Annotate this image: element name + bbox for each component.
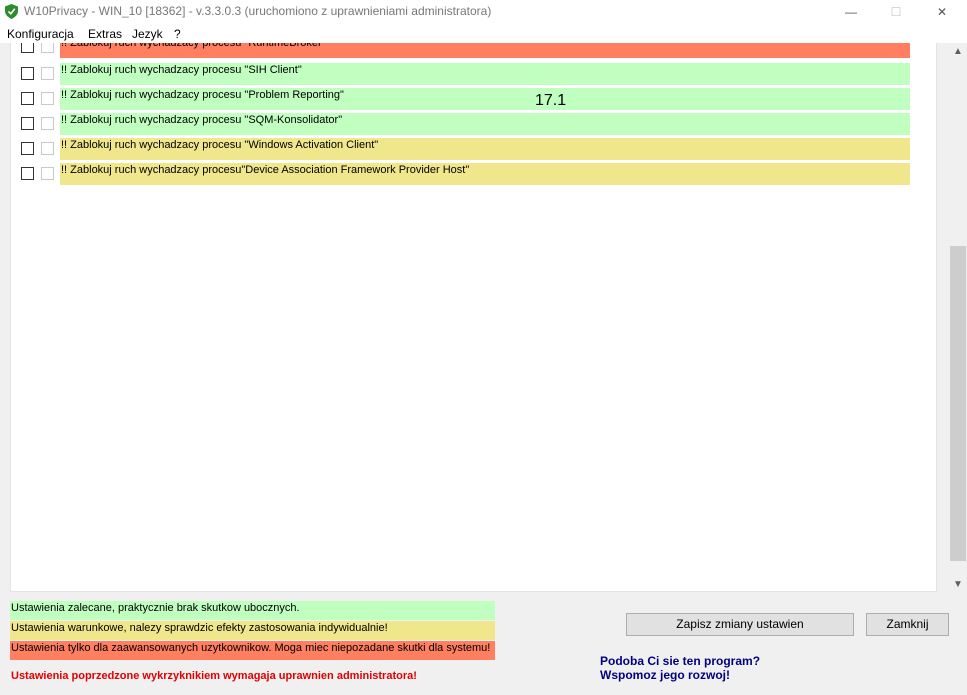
scroll-down-arrow-icon[interactable]: ▼ [949,576,967,593]
setting-checkbox-secondary[interactable] [41,117,54,130]
setting-label: !! Zablokuj ruch wychadzacy procesu "Pro… [60,88,910,110]
setting-checkbox[interactable] [21,43,34,53]
setting-label: !! Zablokuj ruch wychadzacy procesu "Win… [60,138,910,160]
close-button[interactable]: Zamknij [866,613,949,636]
menu-extras[interactable]: Extras [88,27,122,41]
minimize-button[interactable]: — [828,0,874,23]
footer: Ustawienia zalecane, praktycznie brak sk… [0,593,967,695]
admin-note: Ustawienia poprzedzone wykrzyknikiem wym… [11,670,417,682]
setting-checkbox-secondary[interactable] [41,142,54,155]
setting-checkbox[interactable] [21,92,34,105]
setting-checkbox[interactable] [21,67,34,80]
menu-bar: Konfiguracja Extras Jezyk ? [0,23,967,43]
scrollbar-thumb[interactable] [950,246,966,561]
setting-label: !! Zablokuj ruch wychadzacy procesu "Run… [60,43,910,58]
app-window: W10Privacy - WIN_10 [18362] - v.3.3.0.3 … [0,0,967,695]
setting-row: !! Zablokuj ruch wychadzacy procesu "Pro… [11,88,936,113]
section-number: 17.1 [535,92,567,109]
menu-help[interactable]: ? [174,27,181,41]
setting-row: !! Zablokuj ruch wychadzacy procesu "Win… [11,138,936,163]
save-settings-button[interactable]: Zapisz zmiany ustawien [626,613,854,636]
close-window-button[interactable]: ✕ [919,0,965,23]
legend-red: Ustawienia tylko dla zaawansowanych uzyt… [10,641,495,660]
vertical-scrollbar[interactable]: ▲ ▼ [949,43,967,593]
donate-line-2: Wspomoz jego rozwoj! [600,668,730,682]
setting-checkbox[interactable] [21,167,34,180]
menu-jezyk[interactable]: Jezyk [132,27,163,41]
setting-checkbox[interactable] [21,117,34,130]
legend-green: Ustawienia zalecane, praktycznie brak sk… [10,601,495,620]
setting-checkbox-secondary[interactable] [41,43,54,53]
scroll-up-arrow-icon[interactable]: ▲ [949,43,967,60]
setting-row: !! Zablokuj ruch wychadzacy procesu"Devi… [11,163,936,188]
donate-line-1: Podoba Ci sie ten program? [600,654,761,668]
setting-row: !! Zablokuj ruch wychadzacy procesu "Run… [11,43,936,61]
title-bar: W10Privacy - WIN_10 [18362] - v.3.3.0.3 … [0,0,967,23]
setting-label: !! Zablokuj ruch wychadzacy procesu "SIH… [60,63,910,85]
setting-checkbox-secondary[interactable] [41,92,54,105]
setting-label: !! Zablokuj ruch wychadzacy procesu "SQM… [60,113,910,135]
settings-panel: !! Zablokuj ruch wychadzacy procesu "Run… [10,43,937,592]
legend-yellow: Ustawienia warunkowe, nalezy sprawdzic e… [10,621,495,640]
setting-label: !! Zablokuj ruch wychadzacy procesu"Devi… [60,163,910,185]
window-title: W10Privacy - WIN_10 [18362] - v.3.3.0.3 … [24,4,492,18]
donate-link[interactable]: Podoba Ci sie ten program? Wspomoz jego … [600,654,760,682]
setting-checkbox-secondary[interactable] [41,67,54,80]
setting-row: !! Zablokuj ruch wychadzacy procesu "SQM… [11,113,936,138]
shield-icon [5,4,18,19]
setting-row: !! Zablokuj ruch wychadzacy procesu "SIH… [11,63,936,88]
content-area: !! Zablokuj ruch wychadzacy procesu "Run… [0,43,967,593]
menu-konfiguracja[interactable]: Konfiguracja [7,27,74,41]
maximize-button[interactable]: ☐ [873,0,919,23]
setting-checkbox-secondary[interactable] [41,167,54,180]
setting-checkbox[interactable] [21,142,34,155]
